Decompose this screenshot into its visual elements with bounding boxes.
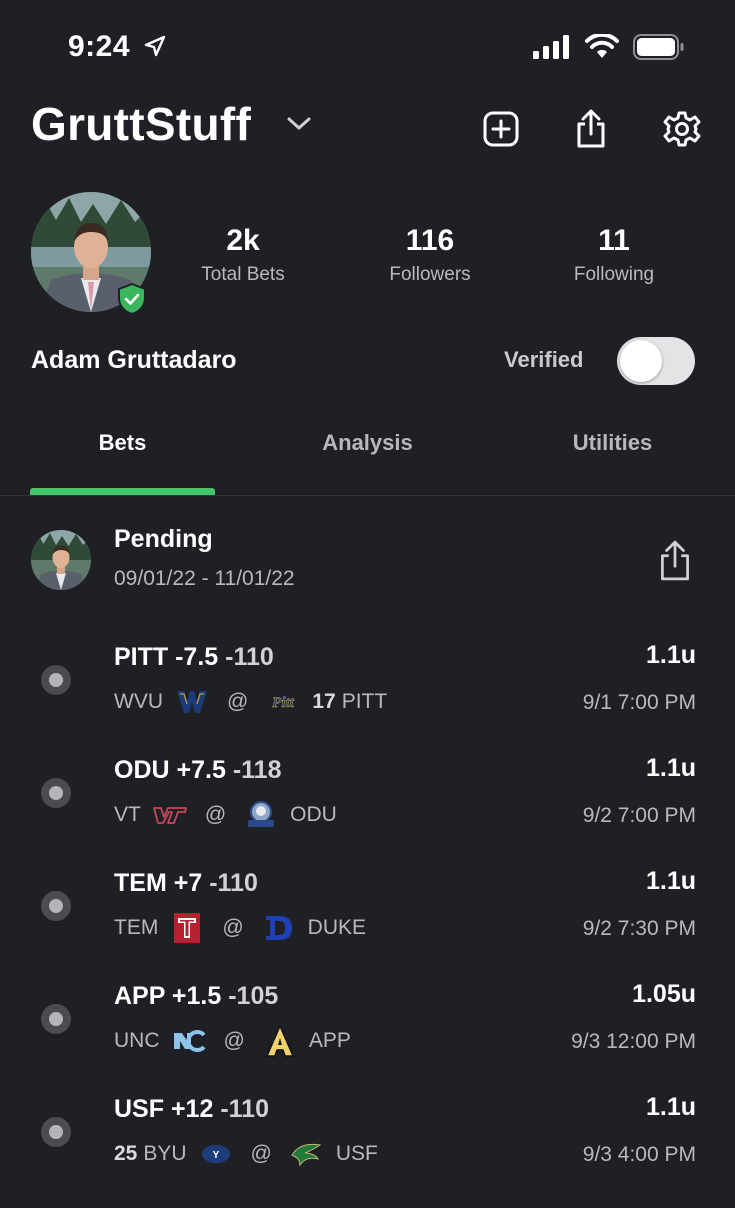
gear-icon (663, 111, 701, 147)
status-indicators (533, 34, 685, 60)
tab-bets[interactable]: Bets (30, 430, 215, 456)
bet-row[interactable]: ODU +7.5 -118 1.1u VT @ ODU 9/2 7:00 PM (0, 754, 735, 869)
plus-square-icon (483, 111, 519, 147)
bet-pick: PITT -7.5 -110 (114, 643, 274, 671)
at-symbol: @ (227, 690, 249, 713)
home-team: USF (335, 1142, 378, 1165)
toggle-knob (620, 340, 662, 382)
tabs-divider (0, 495, 735, 496)
bet-status-radio[interactable] (41, 778, 71, 808)
bet-row[interactable]: APP +1.5 -105 1.05u UNC @ APP 9/3 12:00 … (0, 980, 735, 1095)
away-team: VT (114, 803, 141, 826)
away-team: BYU (143, 1142, 187, 1165)
temple-logo-icon (170, 913, 204, 943)
stat-label: Total Bets (201, 264, 285, 285)
wifi-icon (585, 34, 619, 58)
bet-status-radio[interactable] (41, 665, 71, 695)
battery-icon (633, 34, 684, 60)
unc-logo-icon (172, 1026, 206, 1056)
bet-status-radio[interactable] (41, 1004, 71, 1034)
at-symbol: @ (222, 916, 244, 939)
stat-value: 2k (226, 224, 260, 257)
active-tab-indicator (30, 488, 215, 495)
bet-status-radio[interactable] (41, 891, 71, 921)
status-time: 9:24 (68, 30, 167, 64)
away-team: UNC (114, 1029, 160, 1052)
stat-label: Followers (389, 264, 471, 285)
tab-utilities[interactable]: Utilities (520, 430, 705, 456)
vt-logo-icon (152, 800, 187, 830)
bet-matchup: TEM @ DUKE (114, 913, 366, 943)
bet-matchup: 25 BYU Y @ USF (114, 1139, 378, 1169)
stat-total-bets[interactable]: 2k Total Bets (163, 224, 323, 286)
bet-time: 9/2 7:30 PM (582, 917, 696, 940)
odu-logo-icon (244, 800, 278, 830)
bet-matchup: WVU @ Pitt 17 PITT (114, 687, 387, 717)
cellular-signal-icon (533, 35, 569, 59)
share-icon (577, 109, 605, 148)
away-team: TEM (114, 916, 159, 939)
home-team: PITT (341, 690, 388, 713)
wvu-logo-icon (175, 687, 209, 717)
bet-matchup: UNC @ APP (114, 1025, 351, 1057)
share-profile-button[interactable] (570, 108, 612, 150)
bet-units: 1.1u (645, 867, 696, 895)
bet-time: 9/2 7:00 PM (582, 804, 696, 827)
stat-value: 11 (598, 224, 630, 257)
chevron-down-icon[interactable] (286, 112, 312, 134)
pending-title: Pending (114, 525, 213, 553)
tab-analysis[interactable]: Analysis (275, 430, 460, 456)
bet-units: 1.1u (645, 1093, 696, 1121)
at-symbol: @ (204, 803, 227, 826)
bet-row[interactable]: USF +12 -110 1.1u 25 BYU Y @ USF 9/3 4:0… (0, 1093, 735, 1208)
svg-text:Y: Y (212, 1150, 219, 1161)
verified-label: Verified (504, 347, 584, 372)
clock: 9:24 (68, 30, 131, 63)
at-symbol: @ (250, 1142, 272, 1165)
bet-units: 1.1u (645, 754, 696, 782)
bet-pick: USF +12 -110 (114, 1095, 269, 1123)
duke-logo-icon (262, 913, 296, 943)
bet-units: 1.1u (645, 641, 696, 669)
profile-photo-small (31, 530, 91, 590)
verified-shield-icon (118, 283, 146, 315)
bet-time: 9/3 4:00 PM (582, 1143, 696, 1166)
settings-button[interactable] (661, 108, 703, 150)
stat-followers[interactable]: 116 Followers (350, 224, 510, 286)
svg-text:Pitt: Pitt (272, 695, 294, 711)
usf-logo-icon (290, 1139, 324, 1169)
bet-pick: ODU +7.5 -118 (114, 756, 282, 784)
away-team: WVU (114, 690, 163, 713)
bet-row[interactable]: TEM +7 -110 1.1u TEM @ DUKE 9/2 7:30 PM (0, 867, 735, 982)
stat-following[interactable]: 11 Following (534, 224, 694, 286)
home-rank: 17 (312, 690, 336, 713)
stat-label: Following (573, 264, 655, 285)
bet-time: 9/1 7:00 PM (582, 691, 696, 714)
bet-pick: TEM +7 -110 (114, 869, 258, 897)
pending-date-range: 09/01/22 - 11/01/22 (114, 567, 295, 590)
bet-time: 9/3 12:00 PM (571, 1030, 696, 1053)
bet-pick: APP +1.5 -105 (114, 982, 279, 1010)
away-rank: 25 (114, 1142, 138, 1165)
byu-logo-icon: Y (199, 1139, 233, 1169)
home-team: DUKE (307, 916, 367, 939)
profile-name: Adam Gruttadaro (31, 346, 237, 374)
home-team: APP (308, 1029, 351, 1052)
pitt-logo-icon: Pitt (266, 687, 300, 717)
at-symbol: @ (223, 1029, 245, 1052)
stat-value: 116 (405, 224, 455, 257)
bet-row[interactable]: PITT -7.5 -110 1.1u WVU @ Pitt 17 PITT 9… (0, 641, 735, 756)
share-icon[interactable] (656, 540, 694, 582)
location-arrow-icon (144, 35, 166, 57)
pending-avatar (31, 530, 91, 590)
bet-matchup: VT @ ODU (114, 800, 337, 830)
add-post-button[interactable] (480, 108, 522, 150)
bet-status-radio[interactable] (41, 1117, 71, 1147)
home-team: ODU (290, 803, 337, 826)
bet-units: 1.05u (632, 980, 696, 1008)
app-state-logo-icon (263, 1025, 297, 1057)
verified-toggle[interactable] (617, 337, 695, 385)
username-title[interactable]: GruttStuff (31, 97, 251, 151)
